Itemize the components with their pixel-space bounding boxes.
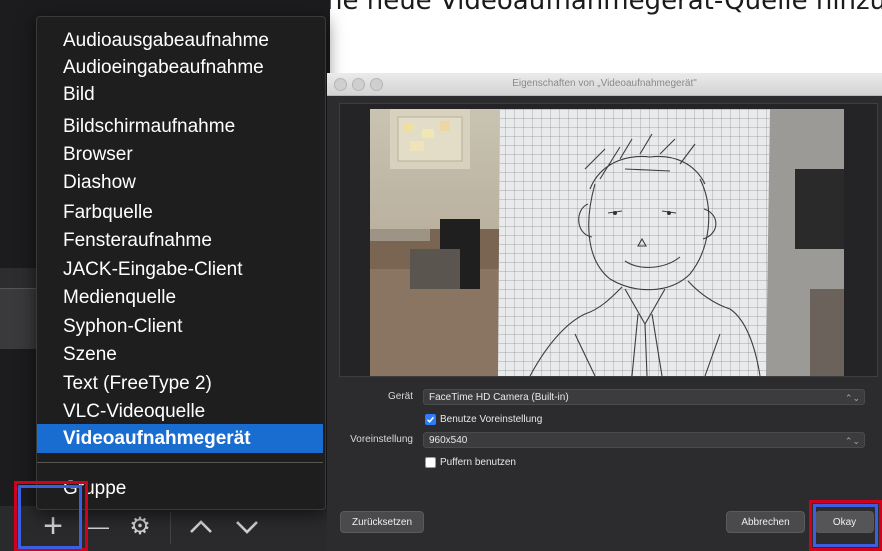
menu-item-vlc-videoquelle[interactable]: VLC-Videoquelle (63, 398, 205, 425)
preset-label: Voreinstellung (350, 434, 413, 445)
headline-text: ge eine neue Videoaufnahmegerät-Quelle h… (262, 0, 882, 16)
device-label: Gerät (387, 391, 413, 402)
device-select-value: FaceTime HD Camera (Built-in) (429, 392, 569, 403)
menu-item-bild[interactable]: Bild (63, 81, 95, 108)
device-select[interactable]: FaceTime HD Camera (Built-in) ⌃⌄ (423, 389, 865, 405)
properties-window: Eigenschaften von „Videoaufnahmegerät" G… (327, 73, 882, 551)
camera-preview (370, 109, 844, 376)
chevron-down-icon (236, 521, 258, 534)
menu-item-text-freetype[interactable]: Text (FreeType 2) (63, 370, 212, 397)
move-down-button[interactable] (232, 506, 262, 548)
use-preset-label: Benutze Voreinstellung (440, 414, 543, 425)
menu-separator (37, 462, 323, 463)
buffering-label: Puffern benutzen (440, 457, 516, 468)
use-preset-checkbox[interactable] (425, 414, 436, 425)
panel-body (0, 288, 40, 349)
buffering-checkbox[interactable] (425, 457, 436, 468)
gear-icon: ⚙ (129, 513, 151, 540)
panel-header (0, 268, 40, 288)
menu-item-videoaufnahmegeraet[interactable]: Videoaufnahmegerät (63, 425, 251, 452)
chevron-up-icon (190, 520, 212, 533)
menu-item-szene[interactable]: Szene (63, 341, 117, 368)
move-up-button[interactable] (186, 506, 216, 548)
menu-item-fensteraufnahme[interactable]: Fensteraufnahme (63, 227, 212, 254)
menu-item-diashow[interactable]: Diashow (63, 169, 136, 196)
menu-item-jack-eingabe-client[interactable]: JACK-Eingabe-Client (63, 256, 243, 283)
source-settings-button[interactable]: ⚙ (128, 508, 152, 546)
camera-preview-image (370, 109, 844, 376)
properties-title: Eigenschaften von „Videoaufnahmegerät" (512, 78, 697, 89)
menu-item-syphon-client[interactable]: Syphon-Client (63, 313, 182, 340)
add-source-menu: Audioausgabeaufnahme Audioeingabeaufnahm… (36, 16, 326, 510)
select-arrows-icon: ⌃⌄ (844, 393, 860, 403)
toolbar-divider (170, 512, 171, 544)
menu-item-audioeingabeaufnahme[interactable]: Audioeingabeaufnahme (63, 54, 264, 81)
menu-item-audioausgabeaufnahme[interactable]: Audioausgabeaufnahme (63, 27, 269, 54)
cancel-button[interactable]: Abbrechen (726, 511, 805, 533)
menu-item-medienquelle[interactable]: Medienquelle (63, 284, 176, 311)
remove-source-button[interactable]: — (86, 508, 110, 546)
menu-item-bildschirmaufnahme[interactable]: Bildschirmaufnahme (63, 113, 235, 140)
select-arrows-icon: ⌃⌄ (844, 436, 860, 446)
preset-select[interactable]: 960x540 ⌃⌄ (423, 432, 865, 448)
reset-button[interactable]: Zurücksetzen (340, 511, 424, 533)
add-button-highlight-blue (18, 485, 82, 549)
okay-highlight-blue (813, 504, 878, 547)
menu-item-farbquelle[interactable]: Farbquelle (63, 199, 153, 226)
menu-item-browser[interactable]: Browser (63, 141, 133, 168)
preset-select-value: 960x540 (429, 435, 468, 446)
checkmark-icon (426, 416, 435, 423)
